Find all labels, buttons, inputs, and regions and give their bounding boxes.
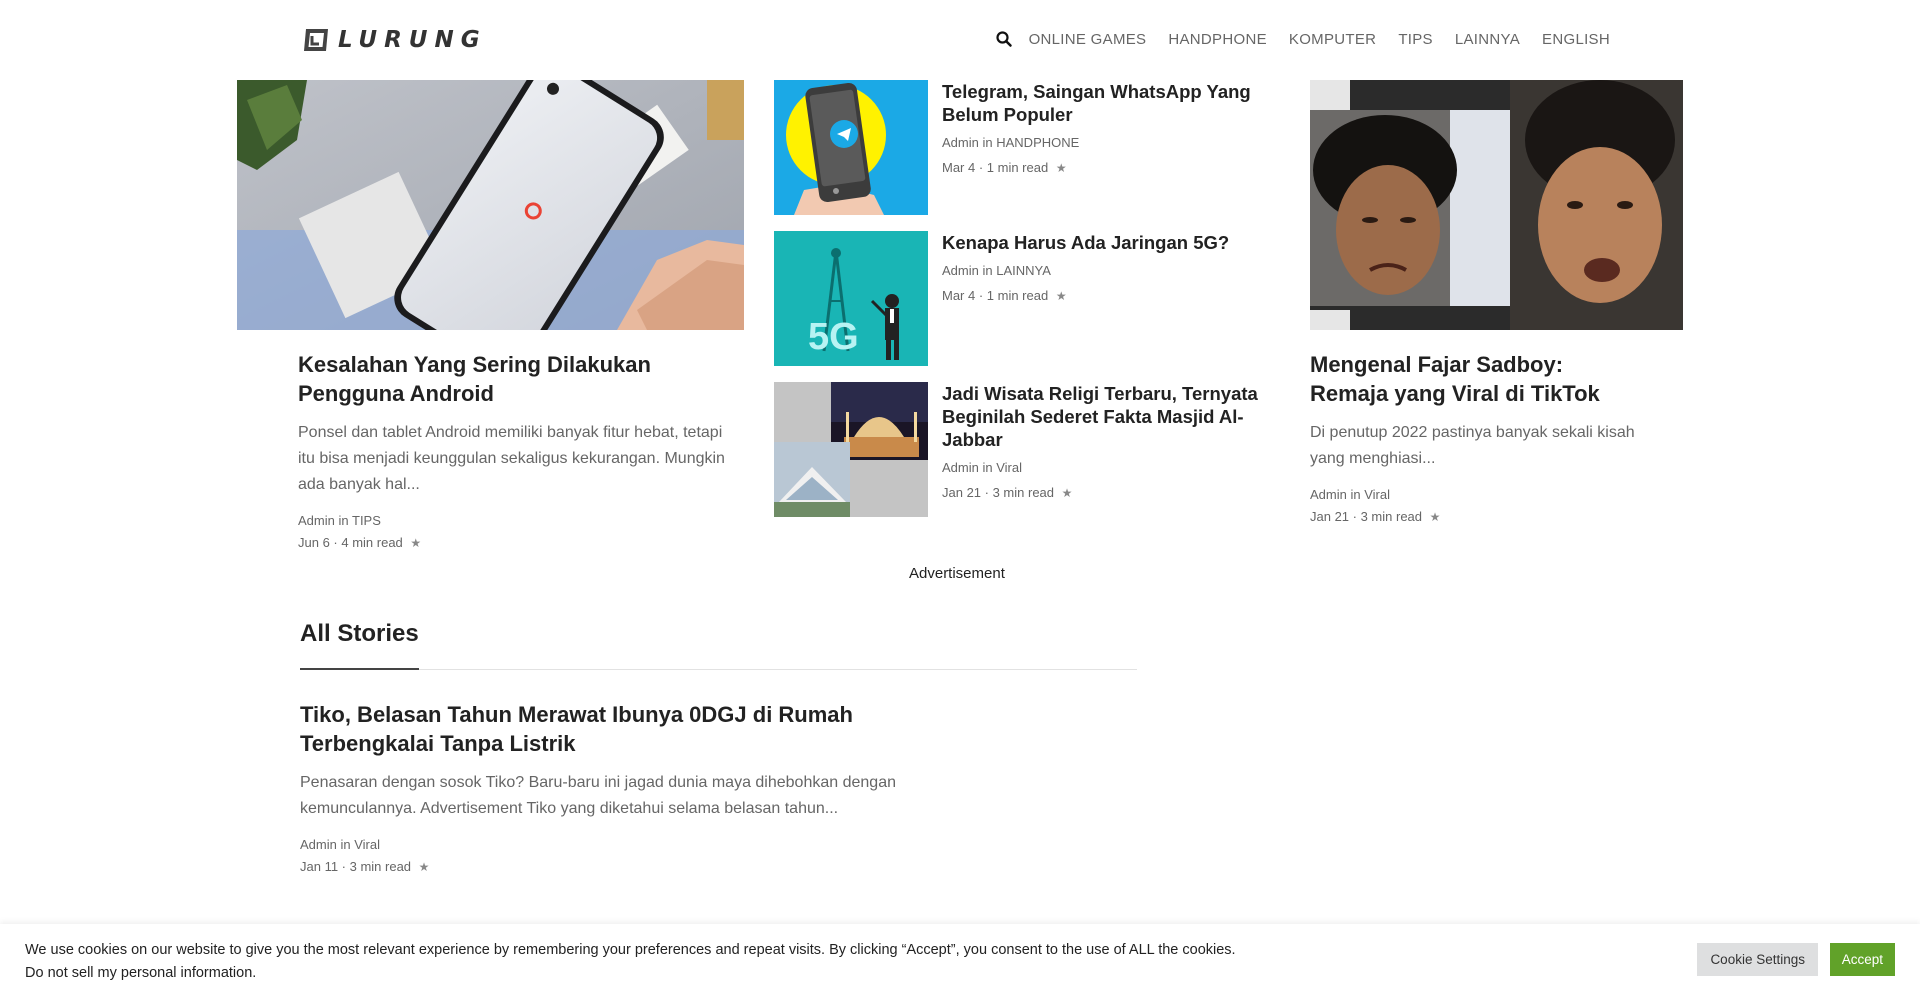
story-excerpt: Penasaran dengan sosok Tiko? Baru-baru i… bbox=[300, 774, 896, 817]
byline-in: in bbox=[340, 837, 351, 852]
5g-illustration: 5G bbox=[774, 231, 928, 366]
category-link[interactable]: HANDPHONE bbox=[996, 135, 1079, 150]
star-icon: ★ bbox=[418, 860, 430, 874]
date-read: Jan 21 · 3 min read bbox=[942, 485, 1055, 500]
middle-story-3-date: Jan 21 · 3 min read ★ bbox=[942, 484, 1282, 502]
category-link[interactable]: TIPS bbox=[352, 513, 381, 528]
middle-story-3-body: Jadi Wisata Religi Terbaru, Ternyata Beg… bbox=[942, 382, 1282, 502]
logo-mark-icon bbox=[304, 29, 328, 51]
author-name[interactable]: Admin bbox=[300, 837, 337, 852]
featured-right-title[interactable]: Mengenal Fajar Sadboy: Remaja yang Viral… bbox=[1310, 350, 1640, 408]
cookie-settings-button[interactable]: Cookie Settings bbox=[1697, 943, 1818, 976]
star-icon: ★ bbox=[1429, 510, 1441, 524]
author-name[interactable]: Admin bbox=[942, 263, 979, 278]
section-divider bbox=[300, 669, 1137, 670]
masjid-thumbnail[interactable] bbox=[774, 382, 928, 517]
featured-right-body: Mengenal Fajar Sadboy: Remaja yang Viral… bbox=[1310, 350, 1640, 526]
middle-story-1-byline: Admin in HANDPHONE bbox=[942, 134, 1282, 152]
all-stories-heading: All Stories bbox=[300, 620, 419, 647]
android-phone-photo bbox=[237, 80, 744, 330]
category-link[interactable]: Viral bbox=[996, 460, 1022, 475]
5g-thumbnail[interactable]: 5G bbox=[774, 231, 928, 366]
featured-left-image[interactable] bbox=[237, 80, 744, 330]
do-not-sell-link[interactable]: Do not sell my personal information. bbox=[25, 962, 1236, 985]
featured-left-excerpt: Ponsel dan tablet Android memiliki banya… bbox=[298, 424, 725, 493]
star-icon: ★ bbox=[1055, 161, 1067, 175]
main-nav: ONLINE GAMES HANDPHONE KOMPUTER TIPS LAI… bbox=[995, 30, 1610, 48]
featured-left-byline: Admin in TIPS bbox=[298, 512, 738, 530]
cookie-message: We use cookies on our website to give yo… bbox=[25, 942, 1236, 958]
logo-text: LURUNG bbox=[338, 27, 487, 53]
date-read: Jan 21 · 3 min read bbox=[1310, 509, 1423, 524]
date-read: Jan 11 · 3 min read bbox=[300, 859, 412, 874]
category-link[interactable]: LAINNYA bbox=[996, 263, 1051, 278]
nav-tips[interactable]: TIPS bbox=[1398, 31, 1433, 48]
middle-story-2-body: Kenapa Harus Ada Jaringan 5G? Admin in L… bbox=[942, 231, 1282, 305]
middle-story-1-body: Telegram, Saingan WhatsApp Yang Belum Po… bbox=[942, 80, 1282, 177]
date-read: Mar 4 · 1 min read bbox=[942, 288, 1049, 303]
middle-story-1-title[interactable]: Telegram, Saingan WhatsApp Yang Belum Po… bbox=[942, 80, 1282, 126]
date-read: Jun 6 · 4 min read bbox=[298, 535, 403, 550]
telegram-illustration bbox=[774, 80, 928, 215]
featured-left-body: Kesalahan Yang Sering Dilakukan Pengguna… bbox=[298, 350, 738, 552]
star-icon: ★ bbox=[1061, 486, 1073, 500]
featured-left-date: Jun 6 · 4 min read ★ bbox=[298, 534, 738, 552]
cookie-banner: We use cookies on our website to give yo… bbox=[0, 924, 1920, 993]
search-icon[interactable] bbox=[995, 30, 1013, 48]
nav-online-games[interactable]: ONLINE GAMES bbox=[1029, 31, 1147, 48]
byline-in: in bbox=[982, 460, 993, 475]
star-icon: ★ bbox=[410, 536, 422, 550]
accept-cookies-button[interactable]: Accept bbox=[1829, 943, 1895, 976]
fajar-sadboy-photo bbox=[1310, 80, 1683, 330]
nav-komputer[interactable]: KOMPUTER bbox=[1289, 31, 1376, 48]
story-byline: Admin in Viral bbox=[300, 836, 940, 854]
featured-right-image[interactable] bbox=[1310, 80, 1683, 330]
author-name[interactable]: Admin bbox=[942, 460, 979, 475]
featured-right-date: Jan 21 · 3 min read ★ bbox=[1310, 508, 1640, 526]
story-date: Jan 11 · 3 min read ★ bbox=[300, 858, 940, 876]
advertisement-label: Advertisement bbox=[909, 565, 1005, 582]
author-name[interactable]: Admin bbox=[298, 513, 335, 528]
author-name[interactable]: Admin bbox=[1310, 487, 1347, 502]
middle-story-3-byline: Admin in Viral bbox=[942, 459, 1282, 477]
byline-in: in bbox=[338, 513, 349, 528]
nav-handphone[interactable]: HANDPHONE bbox=[1168, 31, 1267, 48]
svg-text:5G: 5G bbox=[808, 316, 859, 358]
date-read: Mar 4 · 1 min read bbox=[942, 160, 1049, 175]
star-icon: ★ bbox=[1055, 289, 1067, 303]
category-link[interactable]: Viral bbox=[1364, 487, 1390, 502]
nav-english[interactable]: ENGLISH bbox=[1542, 31, 1610, 48]
cookie-text-block: We use cookies on our website to give yo… bbox=[25, 939, 1236, 985]
middle-story-1-date: Mar 4 · 1 min read ★ bbox=[942, 159, 1282, 177]
site-header: LURUNG ONLINE GAMES HANDPHONE KOMPUTER T… bbox=[0, 0, 1920, 78]
byline-in: in bbox=[982, 263, 993, 278]
masjid-collage bbox=[774, 382, 928, 517]
byline-in: in bbox=[1350, 487, 1361, 502]
featured-right-excerpt: Di penutup 2022 pastinya banyak sekali k… bbox=[1310, 424, 1635, 467]
story-title[interactable]: Tiko, Belasan Tahun Merawat Ibunya 0DGJ … bbox=[300, 700, 940, 758]
category-link[interactable]: Viral bbox=[354, 837, 380, 852]
featured-right-byline: Admin in Viral bbox=[1310, 486, 1640, 504]
section-divider-accent bbox=[300, 668, 419, 670]
featured-left-title[interactable]: Kesalahan Yang Sering Dilakukan Pengguna… bbox=[298, 350, 738, 408]
middle-story-2-date: Mar 4 · 1 min read ★ bbox=[942, 287, 1282, 305]
middle-story-3-title[interactable]: Jadi Wisata Religi Terbaru, Ternyata Beg… bbox=[942, 382, 1282, 451]
telegram-thumbnail[interactable] bbox=[774, 80, 928, 215]
middle-story-2-title[interactable]: Kenapa Harus Ada Jaringan 5G? bbox=[942, 231, 1282, 254]
nav-lainnya[interactable]: LAINNYA bbox=[1455, 31, 1520, 48]
site-logo[interactable]: LURUNG bbox=[302, 26, 487, 54]
story-item: Tiko, Belasan Tahun Merawat Ibunya 0DGJ … bbox=[300, 700, 940, 876]
byline-in: in bbox=[982, 135, 993, 150]
author-name[interactable]: Admin bbox=[942, 135, 979, 150]
middle-story-2-byline: Admin in LAINNYA bbox=[942, 262, 1282, 280]
